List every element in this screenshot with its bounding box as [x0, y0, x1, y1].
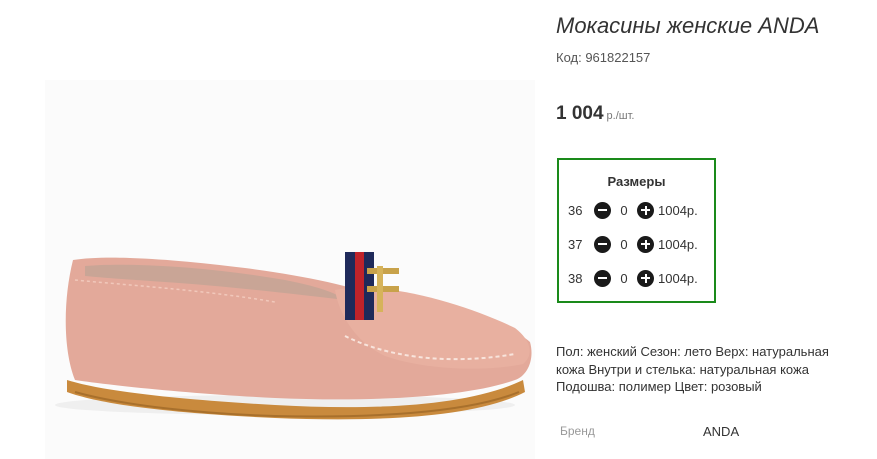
minus-circle-icon[interactable]	[594, 201, 611, 219]
price-unit: р./шт.	[606, 110, 635, 122]
size-number: 36	[568, 202, 583, 218]
size-row: 37 0 1004р.	[568, 235, 698, 253]
quantity-value: 0	[620, 236, 628, 252]
brand-label: Бренд	[560, 424, 595, 438]
price-value: 1 004	[556, 103, 604, 124]
quantity-value: 0	[620, 202, 628, 218]
plus-circle-icon[interactable]	[637, 235, 654, 253]
size-row: 36 0 1004р.	[568, 201, 698, 219]
quantity-value: 0	[620, 270, 628, 286]
size-price: 1004р.	[658, 270, 698, 286]
size-number: 37	[568, 236, 583, 252]
product-title: Мокасины женские ANDA	[556, 13, 820, 38]
size-price: 1004р.	[658, 236, 698, 252]
size-row: 38 0 1004р.	[568, 269, 698, 287]
sizes-title: Размеры	[607, 174, 666, 189]
sizes-panel: Размеры 36 0 1004р. 37 0 1004р. 38 0 100…	[557, 158, 716, 303]
size-price: 1004р.	[658, 202, 698, 218]
minus-circle-icon[interactable]	[594, 269, 611, 287]
size-number: 38	[568, 270, 583, 286]
product-image	[45, 80, 535, 459]
moccasin-illustration	[45, 80, 535, 459]
product-description: Пол: женский Сезон: лето Верх: натуральн…	[556, 344, 829, 394]
brand-value[interactable]: ANDA	[703, 424, 739, 439]
product-code: Код: 961822157	[556, 50, 651, 65]
product-price: 1 004 р./шт.	[556, 103, 634, 125]
plus-circle-icon[interactable]	[637, 201, 654, 219]
minus-circle-icon[interactable]	[594, 235, 611, 253]
plus-circle-icon[interactable]	[637, 269, 654, 287]
